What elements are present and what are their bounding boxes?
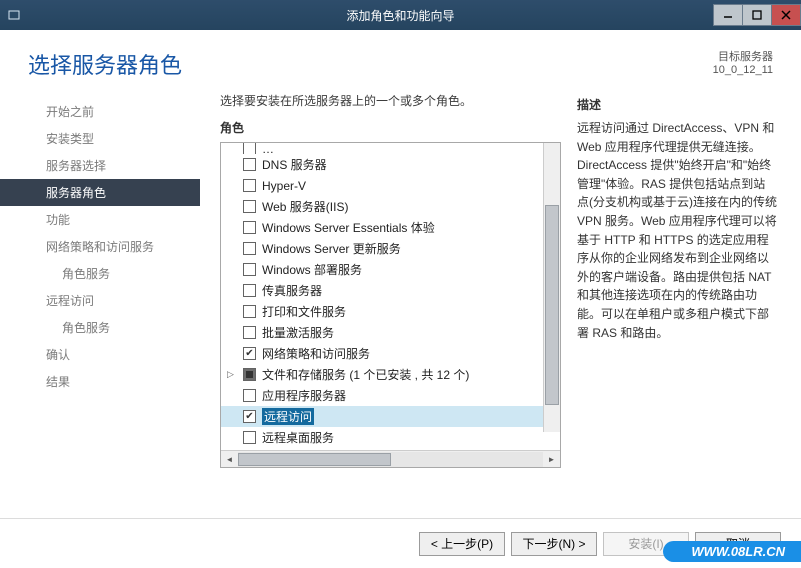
hscroll-thumb[interactable] xyxy=(238,453,391,466)
titlebar: 添加角色和功能向导 xyxy=(0,0,801,30)
page-title: 选择服务器角色 xyxy=(28,48,182,80)
role-row[interactable]: 网络策略和访问服务 xyxy=(221,343,560,364)
role-label: 打印和文件服务 xyxy=(262,303,346,320)
roles-vscrollbar[interactable] xyxy=(543,143,560,432)
role-checkbox[interactable] xyxy=(243,158,256,171)
sidebar-item-7[interactable]: 远程访问 xyxy=(0,287,200,314)
hscroll-left-icon[interactable]: ◄ xyxy=(221,452,238,467)
role-label: Windows 部署服务 xyxy=(262,261,362,278)
role-row[interactable]: 远程桌面服务 xyxy=(221,427,560,448)
role-row[interactable]: 应用程序服务器 xyxy=(221,385,560,406)
role-checkbox[interactable] xyxy=(243,284,256,297)
role-label: 网络策略和访问服务 xyxy=(262,345,370,362)
role-label: 远程访问 xyxy=(262,408,314,425)
role-checkbox[interactable] xyxy=(243,221,256,234)
sidebar-item-6[interactable]: 角色服务 xyxy=(0,260,200,287)
role-checkbox[interactable] xyxy=(243,263,256,276)
role-checkbox[interactable] xyxy=(243,143,256,154)
window-title: 添加角色和功能向导 xyxy=(346,7,454,24)
role-row[interactable]: Hyper-V xyxy=(221,175,560,196)
maximize-button[interactable] xyxy=(742,4,772,26)
hscroll-right-icon[interactable]: ► xyxy=(543,452,560,467)
sidebar-item-2[interactable]: 服务器选择 xyxy=(0,152,200,179)
role-checkbox[interactable] xyxy=(243,242,256,255)
role-label: Windows Server Essentials 体验 xyxy=(262,219,435,236)
role-label: DNS 服务器 xyxy=(262,156,327,173)
role-row[interactable]: 打印和文件服务 xyxy=(221,301,560,322)
app-icon xyxy=(6,7,22,23)
role-checkbox[interactable] xyxy=(243,179,256,192)
target-server-box: 目标服务器 10_0_12_11 xyxy=(713,48,773,80)
description-text: 远程访问通过 DirectAccess、VPN 和 Web 应用程序代理提供无缝… xyxy=(577,119,777,342)
role-label: 批量激活服务 xyxy=(262,324,334,341)
role-row[interactable]: Windows Server Essentials 体验 xyxy=(221,217,560,238)
role-row[interactable]: 传真服务器 xyxy=(221,280,560,301)
previous-button[interactable]: < 上一步(P) xyxy=(419,532,505,556)
sidebar-item-1[interactable]: 安装类型 xyxy=(0,125,200,152)
role-checkbox[interactable] xyxy=(243,326,256,339)
sidebar-item-10[interactable]: 结果 xyxy=(0,368,200,395)
role-label: 文件和存储服务 (1 个已安装 , 共 12 个) xyxy=(262,366,469,383)
description-heading: 描述 xyxy=(577,96,777,113)
role-row[interactable]: 远程访问 xyxy=(221,406,560,427)
role-checkbox[interactable] xyxy=(243,305,256,318)
vscroll-thumb[interactable] xyxy=(545,205,559,405)
role-row-partial: … xyxy=(221,143,560,154)
expand-icon[interactable]: ▷ xyxy=(227,369,234,380)
role-label: 远程桌面服务 xyxy=(262,429,334,446)
roles-hscrollbar[interactable]: ◄ ► xyxy=(221,450,560,467)
role-label: Windows Server 更新服务 xyxy=(262,240,401,257)
role-checkbox[interactable] xyxy=(243,389,256,402)
instruction-text: 选择要安装在所选服务器上的一个或多个角色。 xyxy=(220,92,561,109)
role-label: Hyper-V xyxy=(262,179,306,193)
roles-heading: 角色 xyxy=(220,119,561,136)
sidebar-item-3[interactable]: 服务器角色 xyxy=(0,179,200,206)
role-row[interactable]: 批量激活服务 xyxy=(221,322,560,343)
role-checkbox[interactable] xyxy=(243,347,256,360)
role-row[interactable]: Windows 部署服务 xyxy=(221,259,560,280)
role-row[interactable]: DNS 服务器 xyxy=(221,154,560,175)
role-label: 应用程序服务器 xyxy=(262,387,346,404)
role-row[interactable]: ▷ 文件和存储服务 (1 个已安装 , 共 12 个) xyxy=(221,364,560,385)
sidebar-item-4[interactable]: 功能 xyxy=(0,206,200,233)
sidebar-item-5[interactable]: 网络策略和访问服务 xyxy=(0,233,200,260)
minimize-button[interactable] xyxy=(713,4,743,26)
watermark: WWW.08LR.CN xyxy=(663,541,801,562)
wizard-sidebar: 开始之前安装类型服务器选择服务器角色功能网络策略和访问服务角色服务远程访问角色服… xyxy=(0,92,200,514)
role-checkbox[interactable] xyxy=(243,200,256,213)
sidebar-item-8[interactable]: 角色服务 xyxy=(0,314,200,341)
role-checkbox[interactable] xyxy=(243,368,256,381)
sidebar-item-0[interactable]: 开始之前 xyxy=(0,98,200,125)
role-checkbox[interactable] xyxy=(243,410,256,423)
role-label: Web 服务器(IIS) xyxy=(262,198,348,215)
role-row[interactable]: Windows Server 更新服务 xyxy=(221,238,560,259)
sidebar-item-9[interactable]: 确认 xyxy=(0,341,200,368)
roles-listbox: … DNS 服务器 Hyper-V Web 服务器(IIS) Windows Serve… xyxy=(220,142,561,468)
role-checkbox[interactable] xyxy=(243,431,256,444)
role-label: 传真服务器 xyxy=(262,282,322,299)
role-row[interactable]: Web 服务器(IIS) xyxy=(221,196,560,217)
target-server-value: 10_0_12_11 xyxy=(713,64,773,76)
next-button[interactable]: 下一步(N) > xyxy=(511,532,597,556)
target-server-label: 目标服务器 xyxy=(713,48,773,64)
close-button[interactable] xyxy=(771,4,801,26)
